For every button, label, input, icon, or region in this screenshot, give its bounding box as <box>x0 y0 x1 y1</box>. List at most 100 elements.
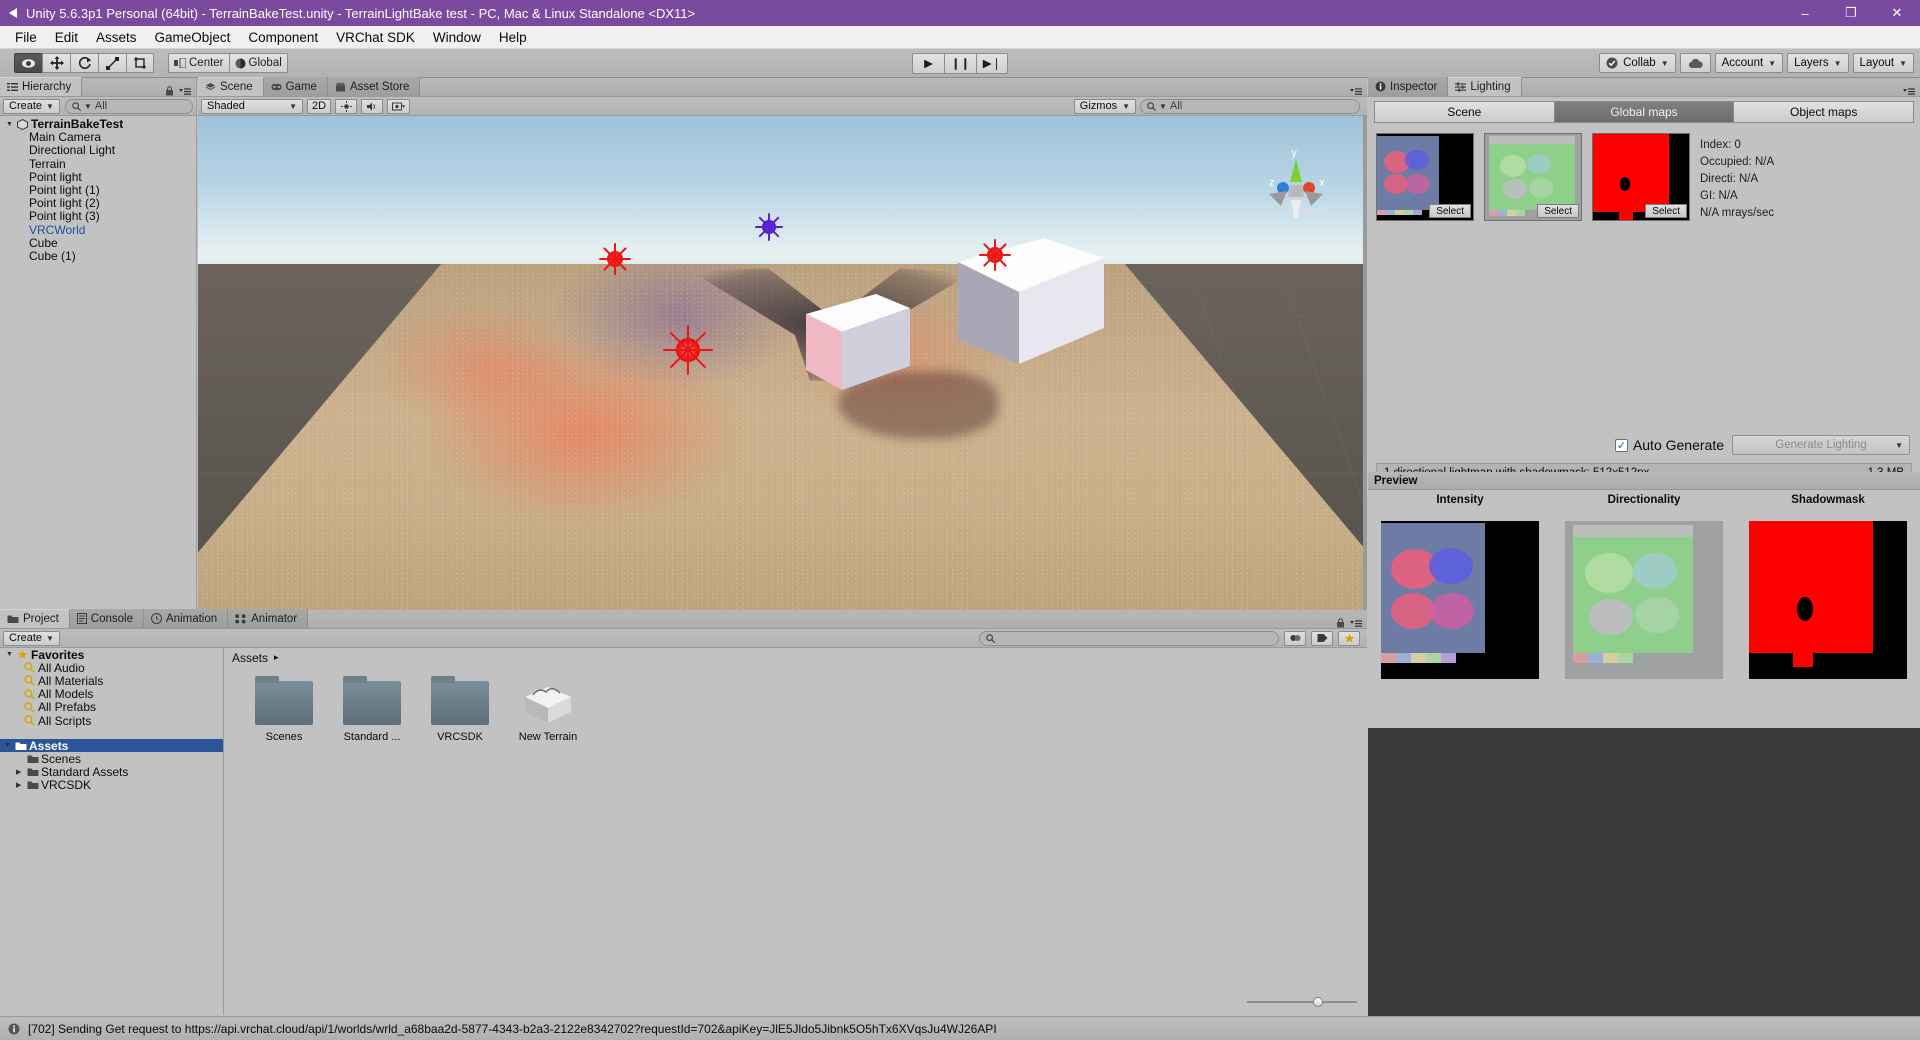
preview-image-directionality[interactable] <box>1552 510 1736 690</box>
asset-zoom-slider[interactable] <box>1247 995 1357 1009</box>
rect-tool-icon[interactable] <box>126 53 154 73</box>
cloud-button[interactable] <box>1679 53 1711 73</box>
collab-button[interactable]: Collab ▼ <box>1599 53 1676 73</box>
generate-lighting-button[interactable]: Generate Lighting ▼ <box>1732 435 1910 455</box>
hierarchy-item-terrainbaketest[interactable]: ▼ TerrainBakeTest <box>0 118 196 131</box>
menu-component[interactable]: Component <box>239 28 327 47</box>
scene-viewport[interactable]: y z x ↧ Persp <box>198 116 1367 627</box>
tab-asset-store[interactable]: Asset Store <box>327 77 421 96</box>
point-light-gizmo-2[interactable] <box>978 238 1012 272</box>
breadcrumb-assets[interactable]: Assets <box>232 651 268 665</box>
lightmap-directionality-select-button[interactable]: Select <box>1537 204 1579 218</box>
favorite-item-all-prefabs[interactable]: All Prefabs <box>0 700 223 714</box>
minimize-button[interactable]: – <box>1782 0 1828 26</box>
menu-icon[interactable] <box>1350 618 1362 628</box>
hierarchy-item-vrcworld[interactable]: VRCWorld <box>0 223 196 237</box>
sun-icon[interactable] <box>335 98 358 114</box>
hierarchy-search-input[interactable]: ▼ All <box>64 98 193 114</box>
point-light-gizmo-3[interactable] <box>754 212 784 242</box>
asset-item-standard[interactable]: Standard ... <box>338 676 406 743</box>
menu-file[interactable]: File <box>6 28 46 47</box>
chevron-right-icon[interactable]: ▶ <box>16 768 27 776</box>
tab-game[interactable]: Game <box>263 77 328 96</box>
gizmos-dropdown[interactable]: Gizmos ▼ <box>1073 98 1136 114</box>
tab-project[interactable]: Project <box>0 609 70 628</box>
filter-type-icon[interactable] <box>1284 630 1306 646</box>
maximize-button[interactable]: ❐ <box>1828 0 1874 26</box>
pivot-rotation-button[interactable]: Global <box>228 53 288 73</box>
menu-icon[interactable] <box>179 86 191 96</box>
hierarchy-item-point-light[interactable]: Point light <box>0 170 196 184</box>
hierarchy-item-cube[interactable]: Cube <box>0 236 196 250</box>
layout-button[interactable]: Layout ▼ <box>1852 53 1914 73</box>
project-tree-item-standard-assets[interactable]: ▶ Standard Assets <box>0 765 223 779</box>
lightmap-directionality-thumb[interactable]: Select <box>1484 133 1582 221</box>
chevron-down-icon[interactable]: ▼ <box>4 742 15 749</box>
favorite-item-all-scripts[interactable]: All Scripts <box>0 714 223 728</box>
tab-console[interactable]: Console <box>69 609 144 628</box>
auto-generate-checkbox[interactable]: ✓ <box>1614 438 1628 452</box>
close-button[interactable]: ✕ <box>1874 0 1920 26</box>
menu-vrchat-sdk[interactable]: VRChat SDK <box>327 28 424 47</box>
chevron-down-icon[interactable]: ▼ <box>6 651 17 658</box>
lightmap-shadowmask-select-button[interactable]: Select <box>1645 204 1687 218</box>
menu-help[interactable]: Help <box>490 28 536 47</box>
scene-2d-toggle[interactable]: 2D <box>307 98 332 114</box>
lighting-tab-scene[interactable]: Scene <box>1374 101 1554 123</box>
menu-icon[interactable] <box>1350 86 1362 96</box>
scene-draw-mode-dropdown[interactable]: Shaded ▼ <box>201 98 303 114</box>
rotate-tool-icon[interactable] <box>70 53 98 73</box>
chevron-right-icon[interactable]: ▶ <box>16 781 27 789</box>
favorites-header[interactable]: ▼ Favorites <box>0 648 223 662</box>
tab-inspector[interactable]: Inspector <box>1368 77 1449 96</box>
scene-search-input[interactable]: ▼ All <box>1140 98 1360 114</box>
project-tree-item-vrcsdk[interactable]: ▶ VRCSDK <box>0 778 223 792</box>
menu-window[interactable]: Window <box>424 28 490 47</box>
project-tree-item-scenes[interactable]: Scenes <box>0 752 223 766</box>
chevron-down-icon[interactable]: ▼ <box>6 121 17 128</box>
favorite-item-all-materials[interactable]: All Materials <box>0 674 223 688</box>
lock-icon[interactable] <box>1336 618 1345 628</box>
menu-assets[interactable]: Assets <box>87 28 146 47</box>
cube-object[interactable] <box>804 292 912 394</box>
asset-zoom-knob[interactable] <box>1313 997 1323 1007</box>
favorite-item-all-audio[interactable]: All Audio <box>0 661 223 675</box>
asset-item-scenes[interactable]: Scenes <box>250 676 318 743</box>
hierarchy-item-point-light-3[interactable]: Point light (3) <box>0 210 196 223</box>
pivot-mode-button[interactable]: Center <box>168 53 229 73</box>
tab-animator[interactable]: Animator <box>228 609 309 628</box>
tab-scene[interactable]: Scene <box>198 77 264 96</box>
project-create-button[interactable]: Create ▼ <box>3 630 60 646</box>
point-light-gizmo-0[interactable] <box>598 242 632 276</box>
play-button[interactable]: ▶ <box>912 52 944 74</box>
hierarchy-item-point-light-2[interactable]: Point light (2) <box>0 197 196 210</box>
hierarchy-item-directional-light[interactable]: Directional Light <box>0 144 196 157</box>
project-tree-item-assets[interactable]: ▼ Assets <box>0 739 223 753</box>
point-light-gizmo-1[interactable] <box>662 324 714 376</box>
step-button[interactable]: ▶❘ <box>976 52 1008 74</box>
asset-item-new-terrain[interactable]: New Terrain <box>514 681 582 743</box>
favorite-item-all-models[interactable]: All Models <box>0 687 223 701</box>
menu-icon[interactable] <box>1903 86 1915 96</box>
hierarchy-create-button[interactable]: Create ▼ <box>3 98 60 114</box>
hierarchy-item-main-camera[interactable]: Main Camera <box>0 131 196 144</box>
account-button[interactable]: Account ▼ <box>1714 53 1784 73</box>
status-bar[interactable]: [702] Sending Get request to https://api… <box>0 1016 1920 1040</box>
lightmap-intensity-thumb[interactable]: Select <box>1376 133 1474 221</box>
lighting-tab-object-maps[interactable]: Object maps <box>1733 101 1915 123</box>
hand-tool-icon[interactable] <box>14 53 42 73</box>
menu-gameobject[interactable]: GameObject <box>146 28 240 47</box>
fx-icon[interactable] <box>387 98 411 114</box>
move-tool-icon[interactable] <box>42 53 70 73</box>
filter-label-icon[interactable] <box>1311 630 1333 646</box>
favorite-star-icon[interactable] <box>1338 630 1360 646</box>
hierarchy-item-point-light-1[interactable]: Point light (1) <box>0 184 196 197</box>
hierarchy-item-cube-1[interactable]: Cube (1) <box>0 249 196 263</box>
menu-edit[interactable]: Edit <box>46 28 87 47</box>
lightmap-intensity-select-button[interactable]: Select <box>1429 204 1471 218</box>
scale-tool-icon[interactable] <box>98 53 126 73</box>
lightmap-shadowmask-thumb[interactable]: Select <box>1592 133 1690 221</box>
preview-image-shadowmask[interactable] <box>1736 510 1920 690</box>
tab-animation[interactable]: Animation <box>144 609 229 628</box>
tab-hierarchy[interactable]: Hierarchy <box>0 77 83 96</box>
